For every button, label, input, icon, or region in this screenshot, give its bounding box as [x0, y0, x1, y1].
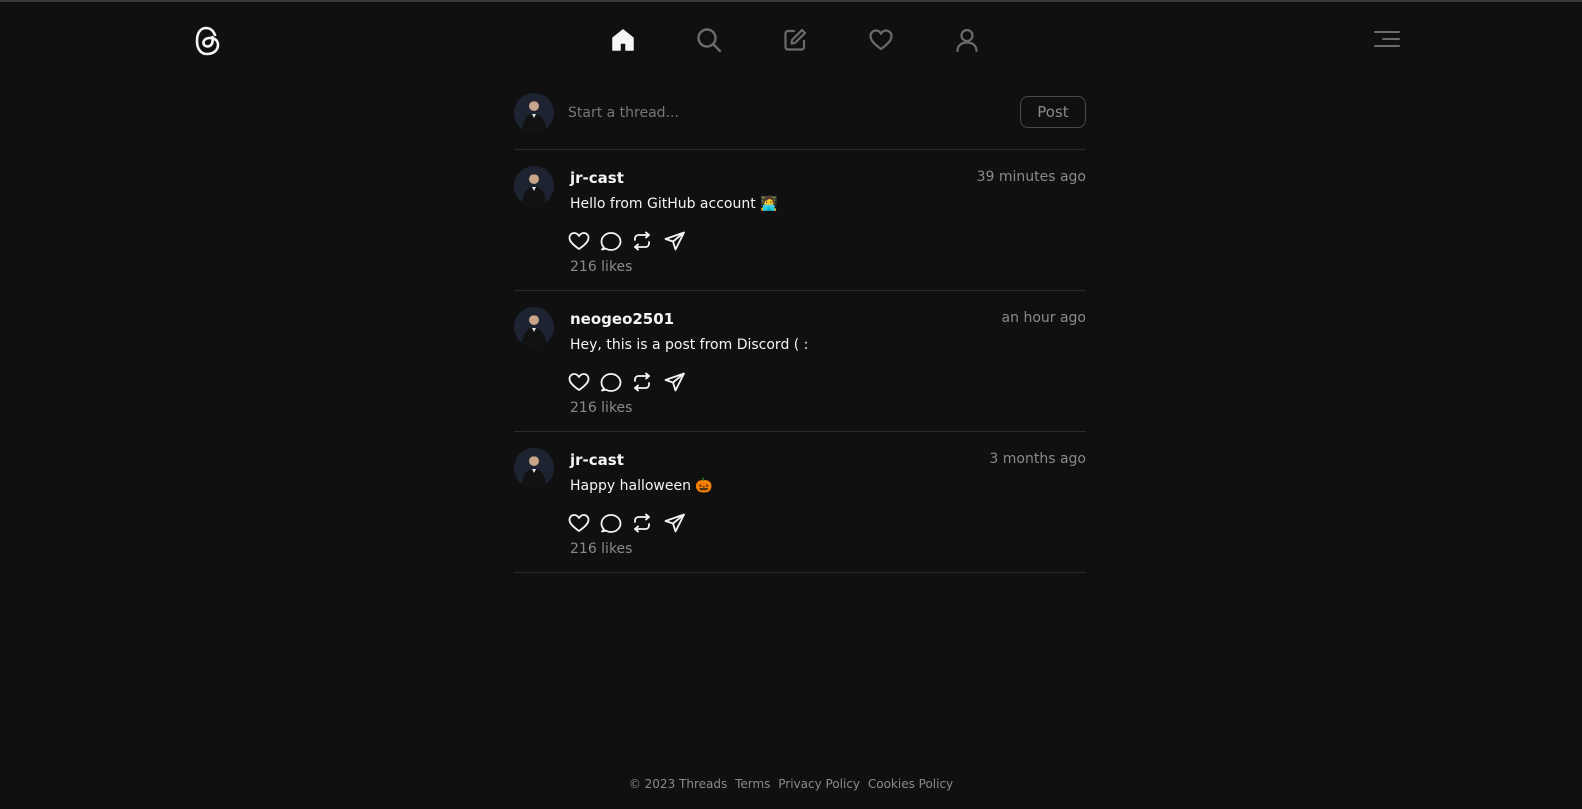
repost-button[interactable] — [632, 371, 664, 393]
feed: Post jr-cast 39 minutes ago Hello from G… — [514, 88, 1086, 573]
nav-compose[interactable] — [752, 19, 838, 61]
repost-icon — [634, 372, 650, 392]
menu-button[interactable] — [1372, 28, 1402, 50]
likes-count[interactable]: 216 likes — [570, 259, 632, 275]
post-content: Happy halloween 🎃 — [570, 478, 713, 494]
heart-icon — [568, 232, 590, 250]
reply-button[interactable] — [600, 230, 632, 252]
post-timestamp: 3 months ago — [989, 451, 1086, 467]
share-button[interactable] — [664, 230, 696, 252]
send-icon — [664, 372, 685, 392]
share-button[interactable] — [664, 512, 696, 534]
footer-copyright: © 2023 Threads — [628, 777, 728, 791]
share-button[interactable] — [664, 371, 696, 393]
comment-icon — [600, 373, 622, 392]
nav-activity[interactable] — [838, 19, 924, 61]
post-actions — [568, 512, 696, 534]
reply-button[interactable] — [600, 512, 632, 534]
nav-profile[interactable] — [924, 19, 1010, 61]
thread-post: jr-cast 39 minutes ago Hello from GitHub… — [514, 150, 1086, 291]
repost-icon — [634, 513, 650, 533]
post-username[interactable]: jr-cast — [570, 169, 624, 187]
menu-icon — [1374, 31, 1400, 47]
post-timestamp: 39 minutes ago — [976, 169, 1086, 185]
send-icon — [664, 513, 685, 533]
post-button[interactable]: Post — [1020, 96, 1086, 128]
post-actions — [568, 230, 696, 252]
nav-search[interactable] — [666, 19, 752, 61]
heart-icon — [869, 29, 893, 51]
comment-icon — [600, 232, 622, 251]
footer-cookies-link[interactable]: Cookies Policy — [868, 777, 953, 791]
post-username[interactable]: jr-cast — [570, 451, 624, 469]
heart-icon — [568, 514, 590, 532]
post-content: Hello from GitHub account 🧑‍💻 — [570, 196, 778, 212]
repost-button[interactable] — [632, 512, 664, 534]
search-icon — [697, 28, 722, 53]
nav-home[interactable] — [580, 19, 666, 61]
thread-post: jr-cast 3 months ago Happy halloween 🎃 2… — [514, 432, 1086, 573]
repost-button[interactable] — [632, 230, 664, 252]
like-button[interactable] — [568, 512, 600, 534]
post-content: Hey, this is a post from Discord ( : — [570, 337, 809, 353]
home-icon — [612, 29, 634, 51]
like-button[interactable] — [568, 371, 600, 393]
post-timestamp: an hour ago — [1001, 310, 1086, 326]
avatar[interactable] — [514, 448, 554, 488]
likes-count[interactable]: 216 likes — [570, 400, 632, 416]
footer-terms-link[interactable]: Terms — [735, 777, 770, 791]
avatar[interactable] — [514, 93, 554, 133]
send-icon — [664, 231, 685, 251]
heart-icon — [568, 373, 590, 391]
compose-icon — [784, 28, 807, 51]
like-button[interactable] — [568, 230, 600, 252]
thread-input[interactable] — [566, 101, 990, 125]
thread-composer: Post — [514, 88, 1086, 150]
footer: © 2023 Threads Terms Privacy Policy Cook… — [0, 777, 1582, 791]
top-border — [0, 0, 1582, 2]
avatar[interactable] — [514, 307, 554, 347]
likes-count[interactable]: 216 likes — [570, 541, 632, 557]
repost-icon — [634, 231, 650, 251]
avatar[interactable] — [514, 166, 554, 206]
threads-logo-icon[interactable] — [192, 24, 224, 58]
post-username[interactable]: neogeo2501 — [570, 310, 674, 328]
footer-privacy-link[interactable]: Privacy Policy — [778, 777, 860, 791]
post-actions — [568, 371, 696, 393]
comment-icon — [600, 514, 622, 533]
main-nav — [580, 19, 1010, 61]
reply-button[interactable] — [600, 371, 632, 393]
user-icon — [956, 28, 978, 53]
thread-post: neogeo2501 an hour ago Hey, this is a po… — [514, 291, 1086, 432]
